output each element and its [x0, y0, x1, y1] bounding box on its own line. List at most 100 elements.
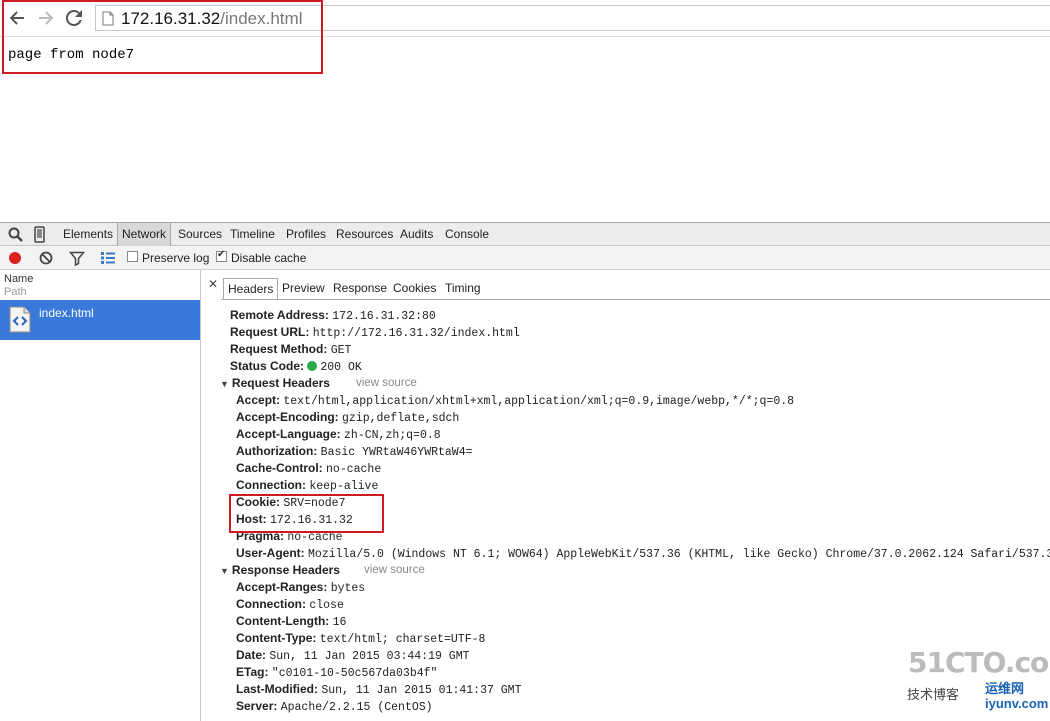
- header-value: Mozilla/5.0 (Windows NT 6.1; WOW64) Appl…: [308, 548, 1050, 561]
- request-headers-section-label: Request Headers: [231, 376, 330, 390]
- tab-network[interactable]: Network: [117, 223, 172, 246]
- tab-timeline[interactable]: Timeline: [226, 223, 279, 246]
- search-icon[interactable]: [7, 226, 24, 243]
- header-key: ETag:: [236, 665, 269, 679]
- header-row: Accept-Language: zh-CN,zh;q=0.8: [236, 427, 441, 442]
- header-value: Apache/2.2.15 (CentOS): [280, 701, 433, 714]
- header-value: zh-CN,zh;q=0.8: [344, 429, 441, 442]
- clear-icon[interactable]: [38, 250, 54, 266]
- header-key: Accept:: [236, 393, 281, 407]
- header-row: Accept: text/html,application/xhtml+xml,…: [236, 393, 794, 408]
- header-row: Connection: close: [236, 597, 344, 612]
- header-value: 172.16.31.32: [270, 514, 353, 527]
- header-row: Accept-Encoding: gzip,deflate,sdch: [236, 410, 459, 425]
- detail-tab-timing[interactable]: Timing: [441, 278, 485, 300]
- response-headers-section-label: Response Headers: [231, 563, 340, 577]
- reload-icon[interactable]: [64, 8, 84, 28]
- header-row: Cache-Control: no-cache: [236, 461, 381, 476]
- disable-cache-checkbox[interactable]: [216, 249, 227, 262]
- request-name: index.html: [39, 306, 94, 320]
- detail-tab-preview[interactable]: Preview: [278, 278, 329, 300]
- header-row: Date: Sun, 11 Jan 2015 03:44:19 GMT: [236, 648, 470, 663]
- header-row: Authorization: Basic YWRtaW46YWRtaW4=: [236, 444, 473, 459]
- large-rows-icon[interactable]: [100, 250, 116, 266]
- tab-profiles[interactable]: Profiles: [282, 223, 330, 246]
- response-headers-section[interactable]: ▼ Response Headers: [220, 563, 340, 577]
- header-key: Status Code:: [230, 359, 305, 373]
- page-icon: [102, 11, 114, 26]
- request-list: Name Path index.html: [0, 270, 201, 721]
- header-key: Server:: [236, 699, 278, 713]
- header-key: Accept-Language:: [236, 427, 341, 441]
- view-source-link[interactable]: view source: [364, 564, 425, 576]
- status-ok-icon: [307, 361, 318, 371]
- triangle-down-icon[interactable]: ▼: [220, 379, 229, 389]
- record-icon[interactable]: [7, 250, 23, 266]
- tab-audits[interactable]: Audits: [396, 223, 437, 246]
- header-key: Last-Modified:: [236, 682, 318, 696]
- header-row: Status Code: 200 OK: [230, 359, 362, 374]
- back-arrow-icon[interactable]: [7, 8, 27, 28]
- header-value: bytes: [330, 582, 366, 595]
- preserve-log-label: Preserve log: [142, 251, 210, 265]
- tab-console[interactable]: Console: [441, 223, 493, 246]
- header-key: Request Method:: [230, 342, 328, 356]
- header-value: no-cache: [326, 463, 382, 476]
- header-value: no-cache: [287, 531, 343, 544]
- header-key: Date:: [236, 648, 267, 662]
- request-headers-section[interactable]: ▼ Request Headers: [220, 376, 330, 390]
- header-key: Cache-Control:: [236, 461, 323, 475]
- header-key: Connection:: [236, 478, 306, 492]
- triangle-down-icon[interactable]: ▼: [220, 566, 229, 576]
- watermark-big-text: 51CTO.com: [908, 646, 1050, 679]
- header-row: Request Method: GET: [230, 342, 351, 357]
- header-row: ETag: "c0101-10-50c567da03b4f": [236, 665, 437, 680]
- header-value: gzip,deflate,sdch: [342, 412, 460, 425]
- header-row: Connection: keep-alive: [236, 478, 378, 493]
- header-row: Accept-Ranges: bytes: [236, 580, 365, 595]
- header-row: User-Agent: Mozilla/5.0 (Windows NT 6.1;…: [236, 546, 1050, 561]
- preserve-log-checkbox[interactable]: [127, 251, 138, 262]
- column-header-path: Path: [4, 286, 27, 298]
- detail-tabs-divider: [221, 299, 1050, 300]
- view-source-link[interactable]: view source: [356, 377, 417, 389]
- header-value: GET: [330, 344, 352, 357]
- detail-tab-cookies[interactable]: Cookies: [389, 278, 440, 300]
- header-value: Sun, 11 Jan 2015 03:44:19 GMT: [269, 650, 470, 663]
- header-row: Remote Address: 172.16.31.32:80: [230, 308, 436, 323]
- header-key: User-Agent:: [236, 546, 305, 560]
- url-text: 172.16.31.32/index.html: [121, 9, 303, 28]
- disable-cache-label: Disable cache: [231, 251, 307, 265]
- tab-elements[interactable]: Elements: [59, 223, 117, 246]
- header-value: keep-alive: [309, 480, 379, 493]
- header-key: Host:: [236, 512, 267, 526]
- header-value: SRV=node7: [283, 497, 346, 510]
- header-value: "c0101-10-50c567da03b4f": [271, 667, 438, 680]
- header-key: Accept-Encoding:: [236, 410, 339, 424]
- header-row: Host: 172.16.31.32: [236, 512, 353, 527]
- column-header-name[interactable]: Name: [4, 273, 33, 285]
- header-row: Last-Modified: Sun, 11 Jan 2015 01:41:37…: [236, 682, 521, 697]
- watermark-logo: 51CTO.com 技术博客 运维网 iyunv.com: [905, 646, 1050, 721]
- tab-sources[interactable]: Sources: [174, 223, 226, 246]
- header-value: Sun, 11 Jan 2015 01:41:37 GMT: [321, 684, 522, 697]
- browser-toolbar: 172.16.31.32/index.html: [0, 0, 1050, 37]
- forward-arrow-icon[interactable]: [36, 8, 56, 28]
- device-mode-icon[interactable]: [31, 226, 48, 243]
- header-key: Content-Type:: [236, 631, 317, 645]
- filter-icon[interactable]: [69, 250, 85, 266]
- tab-resources[interactable]: Resources: [332, 223, 397, 246]
- devtools-tab-bar: Elements Network Sources Timeline Profiles Re…: [0, 222, 1050, 246]
- header-value: 16: [332, 616, 347, 629]
- header-value: text/html; charset=UTF-8: [319, 633, 486, 646]
- address-bar[interactable]: 172.16.31.32/index.html: [95, 5, 1050, 31]
- request-row-selected[interactable]: index.html: [0, 300, 200, 340]
- header-value: text/html,application/xhtml+xml,applicat…: [283, 395, 795, 408]
- detail-tab-response[interactable]: Response: [329, 278, 391, 300]
- header-row: Cookie: SRV=node7: [236, 495, 345, 510]
- header-key: Authorization:: [236, 444, 318, 458]
- close-icon[interactable]: ✕: [208, 277, 218, 291]
- network-toolbar: Preserve log Disable cache: [0, 246, 1050, 270]
- header-row: Pragma: no-cache: [236, 529, 343, 544]
- detail-tab-headers[interactable]: Headers: [223, 278, 279, 300]
